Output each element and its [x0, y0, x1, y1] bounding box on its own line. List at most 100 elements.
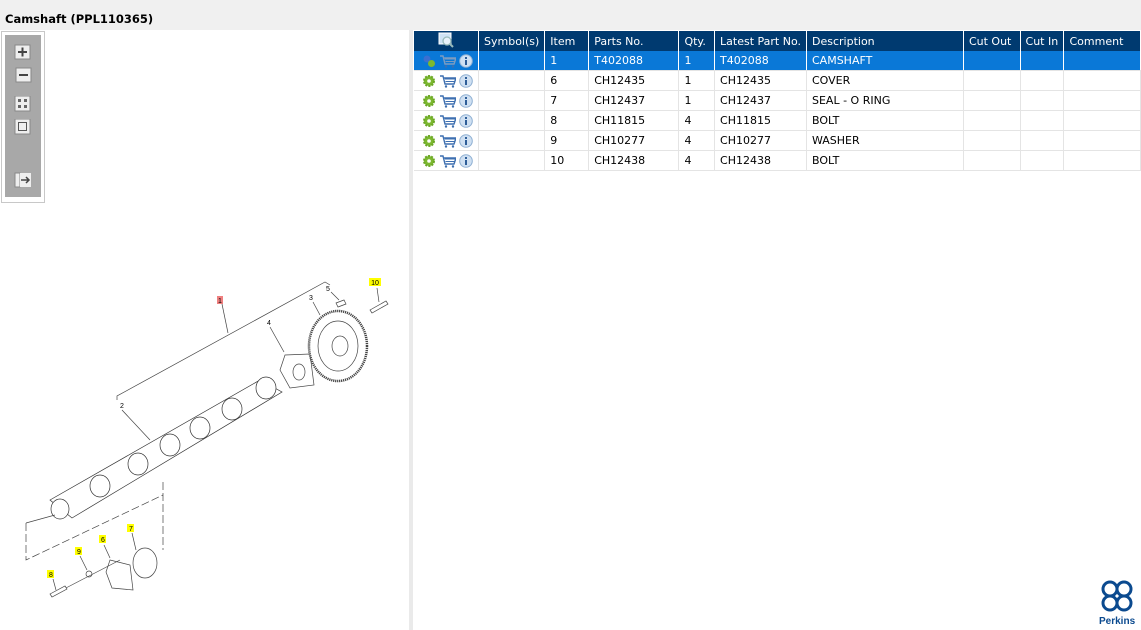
cell-cut-out — [963, 90, 1021, 111]
cell-qty: 1 — [678, 90, 716, 111]
row-actions — [414, 110, 479, 131]
cell-latest: CH10277 — [714, 130, 807, 151]
column-header-cut-in[interactable]: Cut In — [1020, 31, 1065, 51]
cell-cut-in — [1020, 110, 1065, 131]
cart-icon[interactable] — [439, 54, 456, 68]
cell-cut-out — [963, 150, 1021, 171]
cell-latest: CH12437 — [714, 90, 807, 111]
info-icon[interactable] — [459, 73, 473, 88]
cell-part: CH12437 — [588, 90, 680, 111]
cell-comment — [1063, 150, 1141, 171]
cell-symbols — [478, 51, 546, 71]
row-actions — [414, 51, 479, 71]
cell-cut-out — [963, 70, 1021, 91]
cart-icon[interactable] — [439, 114, 456, 128]
callout-8[interactable]: 8 — [49, 572, 53, 579]
info-icon[interactable] — [459, 153, 473, 168]
cell-part: CH10277 — [588, 130, 680, 151]
callout-7[interactable]: 7 — [129, 526, 133, 533]
cell-cut-in — [1020, 90, 1065, 111]
column-header-parts-no[interactable]: Parts No. — [588, 31, 680, 51]
cell-desc: COVER — [806, 70, 964, 91]
column-header-item[interactable]: Item — [544, 31, 590, 51]
exploded-diagram[interactable]: 1 2 3 4 5 6 7 8 9 10 — [0, 30, 409, 630]
cell-item: 1 — [544, 51, 590, 71]
info-icon[interactable] — [459, 133, 473, 148]
cart-icon[interactable] — [439, 134, 456, 148]
diagram-pane[interactable]: 1 2 3 4 5 6 7 8 9 10 — [0, 30, 409, 630]
cell-qty: 1 — [678, 70, 716, 91]
fit-all-button[interactable] — [14, 96, 32, 112]
info-icon[interactable] — [459, 93, 473, 108]
cart-icon[interactable] — [439, 74, 456, 88]
gear-icon[interactable] — [422, 114, 436, 128]
cell-cut-in — [1020, 150, 1065, 171]
cell-latest: CH11815 — [714, 110, 807, 131]
cart-icon[interactable] — [439, 154, 456, 168]
table-row[interactable]: 6 CH12435 1 CH12435 COVER — [414, 70, 1141, 91]
row-actions — [414, 90, 479, 111]
cell-symbols — [478, 70, 546, 91]
column-header-symbol-s[interactable]: Symbol(s) — [478, 31, 546, 51]
cell-item: 7 — [544, 90, 590, 111]
plus-icon — [14, 44, 31, 60]
cart-icon[interactable] — [439, 94, 456, 108]
callout-5[interactable]: 5 — [326, 286, 330, 293]
parts-list-pane: Symbol(s) Item Parts No. Qty. Latest Part No… — [413, 30, 1141, 630]
cell-symbols — [478, 130, 546, 151]
window-title: Camshaft (PPL110365) — [5, 12, 154, 26]
callout-10[interactable]: 10 — [371, 280, 379, 287]
cell-item: 6 — [544, 70, 590, 91]
column-header-qty[interactable]: Qty. — [678, 31, 716, 51]
column-header-comment[interactable]: Comment — [1063, 31, 1141, 51]
cell-comment — [1063, 130, 1141, 151]
row-actions — [414, 130, 479, 151]
cell-qty: 4 — [678, 150, 716, 171]
row-actions — [414, 70, 479, 91]
callout-4[interactable]: 4 — [267, 320, 271, 327]
info-icon[interactable] — [459, 53, 473, 68]
cell-latest: CH12435 — [714, 70, 807, 91]
cell-comment — [1063, 110, 1141, 131]
callout-3[interactable]: 3 — [309, 295, 313, 302]
cell-qty: 1 — [678, 51, 716, 71]
gear-icon[interactable] — [422, 154, 436, 168]
column-header-cut-out[interactable]: Cut Out — [963, 31, 1021, 51]
callout-1[interactable]: 1 — [218, 298, 222, 305]
info-icon[interactable] — [459, 113, 473, 128]
cell-cut-out — [963, 110, 1021, 131]
gear-icon[interactable] — [422, 134, 436, 148]
cell-desc: WASHER — [806, 130, 964, 151]
minus-icon — [15, 67, 32, 83]
gear-icon[interactable] — [422, 74, 436, 88]
cell-cut-out — [963, 130, 1021, 151]
cell-cut-in — [1020, 130, 1065, 151]
callout-2[interactable]: 2 — [120, 403, 124, 410]
table-row[interactable]: 1 T402088 1 T402088 CAMSHAFT — [414, 51, 1141, 71]
table-row[interactable]: 8 CH11815 4 CH11815 BOLT — [414, 110, 1141, 131]
gear-icon[interactable] — [422, 94, 436, 108]
callout-6[interactable]: 6 — [101, 537, 105, 544]
zoom-out-button[interactable] — [14, 67, 32, 83]
square-icon — [14, 119, 31, 135]
export-button[interactable] — [14, 172, 32, 188]
column-header-actions[interactable] — [414, 31, 479, 51]
cell-part: CH11815 — [588, 110, 680, 131]
cell-part: T402088 — [588, 51, 680, 71]
column-header-latest-part-no[interactable]: Latest Part No. — [714, 31, 807, 51]
gears-icon[interactable] — [422, 54, 436, 68]
fit-window-button[interactable] — [14, 119, 32, 135]
table-row[interactable]: 10 CH12438 4 CH12438 BOLT — [414, 150, 1141, 171]
callout-9[interactable]: 9 — [77, 549, 81, 556]
table-row[interactable]: 9 CH10277 4 CH10277 WASHER — [414, 130, 1141, 151]
zoom-in-button[interactable] — [14, 44, 32, 60]
cell-cut-out — [963, 51, 1021, 71]
table-row[interactable]: 7 CH12437 1 CH12437 SEAL - O RING — [414, 90, 1141, 111]
cell-symbols — [478, 90, 546, 111]
cell-qty: 4 — [678, 130, 716, 151]
column-header-description[interactable]: Description — [806, 31, 964, 51]
diagram-toolbar — [1, 31, 45, 203]
row-actions — [414, 150, 479, 171]
cell-part: CH12435 — [588, 70, 680, 91]
grid-icon — [14, 96, 31, 112]
